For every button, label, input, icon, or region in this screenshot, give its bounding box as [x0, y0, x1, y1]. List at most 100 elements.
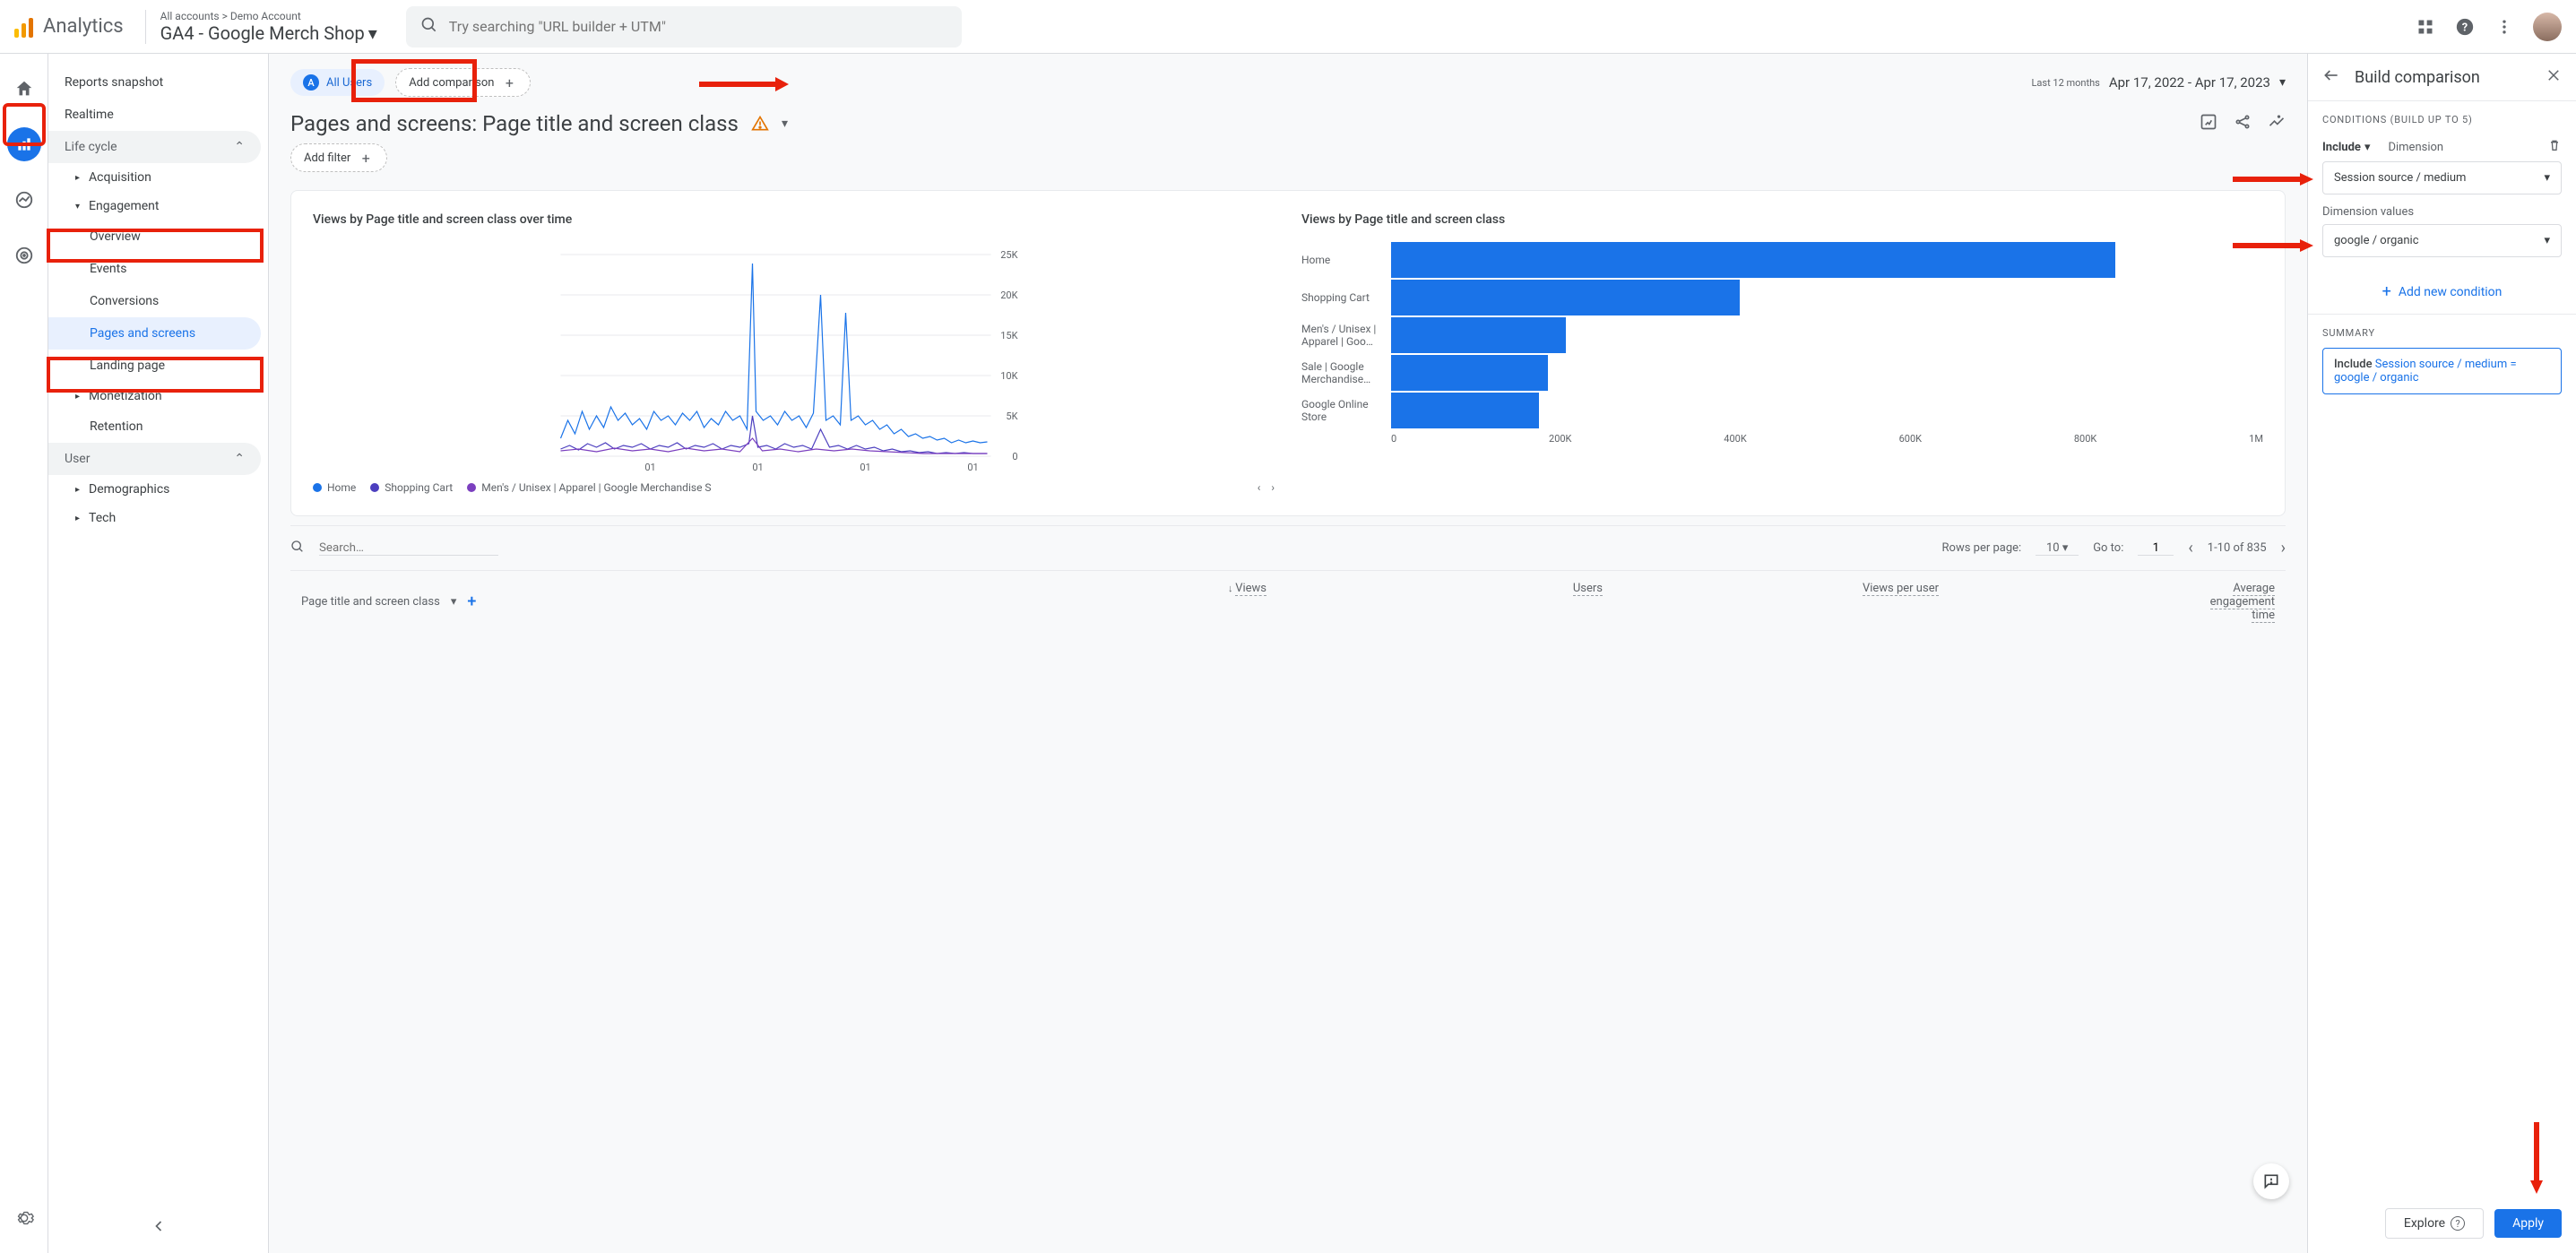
avatar[interactable]: [2533, 13, 2562, 41]
date-preset: Last 12 months: [2032, 77, 2100, 89]
search-input[interactable]: [449, 18, 947, 35]
account-selector[interactable]: All accounts > Demo Account GA4 - Google…: [145, 10, 377, 44]
col-vpu[interactable]: Views per user: [1613, 582, 1949, 622]
col-users[interactable]: Users: [1277, 582, 1613, 622]
svg-text:25K: 25K: [1000, 249, 1017, 261]
chart2-title: Views by Page title and screen class: [1301, 212, 2263, 227]
sidebar-monetization[interactable]: ▸Monetization: [48, 382, 268, 410]
table-search-input[interactable]: [319, 541, 498, 556]
breadcrumb-demo[interactable]: Demo Account: [230, 10, 301, 22]
svg-text:01: 01: [752, 462, 763, 473]
rail-reports-icon[interactable]: [7, 127, 41, 161]
sidebar-lifecycle[interactable]: Life cycle⌃: [48, 131, 261, 163]
apply-button[interactable]: Apply: [2494, 1209, 2562, 1238]
date-range-picker[interactable]: Last 12 months Apr 17, 2022 - Apr 17, 20…: [2032, 74, 2286, 91]
legend-prev-icon[interactable]: ‹: [1258, 481, 1261, 494]
insights-icon[interactable]: [2268, 113, 2286, 134]
search-icon: [290, 540, 305, 557]
caret-down-icon: ▾: [2544, 234, 2550, 247]
explore-button[interactable]: Explore?: [2385, 1208, 2484, 1239]
caret-right-icon: ▸: [75, 514, 80, 523]
rows-per-page-select[interactable]: 10 ▾: [2036, 541, 2079, 556]
add-condition-button[interactable]: +Add new condition: [2308, 270, 2576, 314]
include-toggle[interactable]: Include ▾: [2322, 141, 2370, 154]
dimension-label: Dimension: [2388, 141, 2443, 154]
caret-down-icon[interactable]: ▾: [782, 117, 788, 131]
page-title: Pages and screens: Page title and screen…: [290, 111, 739, 136]
col-views[interactable]: ↓ Views: [941, 582, 1277, 622]
sidebar-conversions[interactable]: Conversions: [48, 285, 268, 317]
caret-right-icon: ▸: [75, 392, 80, 402]
sidebar-events[interactable]: Events: [48, 253, 268, 285]
collapse-sidebar-icon[interactable]: [150, 1217, 168, 1239]
goto-input[interactable]: [2138, 541, 2174, 556]
page-prev-icon[interactable]: ‹: [2188, 539, 2192, 557]
apps-icon[interactable]: [2415, 16, 2436, 38]
col-page-title[interactable]: Page title and screen class: [301, 595, 440, 609]
annotation-arrow: [2233, 170, 2313, 188]
summary-label: Summary: [2322, 327, 2562, 339]
help-icon[interactable]: ?: [2454, 16, 2476, 38]
svg-text:0: 0: [1012, 451, 1017, 462]
share-icon[interactable]: [2234, 113, 2252, 134]
svg-text:5K: 5K: [1006, 410, 1017, 422]
back-icon[interactable]: [2322, 66, 2340, 88]
sidebar-landing[interactable]: Landing page: [48, 350, 268, 382]
plus-icon: +: [501, 74, 517, 91]
col-aet[interactable]: Averageengagementtime: [1949, 582, 2286, 622]
property-name[interactable]: GA4 - Google Merch Shop▾: [160, 22, 377, 44]
chart-legend: Home Shopping Cart Men's / Unisex | Appa…: [313, 481, 1275, 494]
search-bar[interactable]: [406, 6, 962, 48]
search-icon: [420, 16, 438, 38]
sidebar-user[interactable]: User⌃: [48, 443, 261, 475]
sidebar-pages-screens[interactable]: Pages and screens: [48, 317, 261, 350]
sidebar-acquisition[interactable]: ▸Acquisition: [48, 163, 268, 192]
annotation-arrow: [699, 73, 789, 95]
chevron-up-icon: ⌃: [234, 452, 245, 466]
nav-rail: [0, 54, 48, 1253]
goto-label: Go to:: [2093, 541, 2123, 555]
sidebar-retention[interactable]: Retention: [48, 410, 268, 443]
legend-next-icon[interactable]: ›: [1271, 481, 1275, 494]
add-filter-button[interactable]: Add filter+: [290, 143, 387, 172]
sidebar-demographics[interactable]: ▸Demographics: [48, 475, 268, 504]
caret-down-icon: ▾: [368, 22, 377, 44]
sidebar-realtime[interactable]: Realtime: [48, 99, 268, 131]
more-vert-icon[interactable]: [2494, 16, 2515, 38]
feedback-fab[interactable]: [2253, 1163, 2289, 1199]
close-icon[interactable]: [2546, 67, 2562, 87]
svg-text:01: 01: [644, 462, 655, 473]
rows-per-page-label: Rows per page:: [1942, 541, 2022, 555]
summary-box: Include Session source / medium = google…: [2322, 348, 2562, 394]
delete-icon[interactable]: [2547, 138, 2562, 156]
svg-text:15K: 15K: [1000, 330, 1017, 341]
side-nav: Reports snapshot Realtime Life cycle⌃ ▸A…: [48, 54, 269, 1253]
page-next-icon[interactable]: ›: [2281, 539, 2286, 557]
rail-home-icon[interactable]: [7, 72, 41, 106]
add-comparison-button[interactable]: Add comparison+: [395, 68, 531, 97]
svg-text:01: 01: [860, 462, 870, 473]
add-column-icon[interactable]: +: [467, 592, 476, 611]
customize-icon[interactable]: [2200, 113, 2217, 134]
svg-text:?: ?: [2462, 21, 2468, 34]
rail-explore-icon[interactable]: [7, 183, 41, 217]
sidebar-overview[interactable]: Overview: [48, 220, 268, 253]
table-controls: Rows per page: 10 ▾ Go to: ‹ 1-10 of 835…: [290, 525, 2286, 570]
sidebar-tech[interactable]: ▸Tech: [48, 504, 268, 532]
analytics-logo-icon: [14, 16, 36, 38]
rail-advertising-icon[interactable]: [7, 238, 41, 272]
breadcrumb-accounts[interactable]: All accounts: [160, 10, 220, 22]
sidebar-engagement[interactable]: ▾Engagement: [48, 192, 268, 220]
svg-text:20K: 20K: [1000, 289, 1017, 301]
dimension-values-select[interactable]: google / organic▾: [2322, 224, 2562, 257]
right-panel: Build comparison Conditions (Build up to…: [2307, 54, 2576, 1253]
rail-settings-icon[interactable]: [7, 1201, 41, 1235]
table-header: Page title and screen class ▾ + ↓ Views U…: [290, 570, 2286, 633]
caret-down-icon: ▾: [2544, 171, 2550, 185]
chip-all-users[interactable]: AAll Users: [290, 69, 385, 96]
chart1-title: Views by Page title and screen class ove…: [313, 212, 1275, 227]
sidebar-reports-snapshot[interactable]: Reports snapshot: [48, 66, 268, 99]
warning-icon[interactable]: [751, 115, 769, 133]
dimension-select[interactable]: Session source / medium▾: [2322, 161, 2562, 194]
caret-down-icon[interactable]: ▾: [451, 595, 457, 609]
